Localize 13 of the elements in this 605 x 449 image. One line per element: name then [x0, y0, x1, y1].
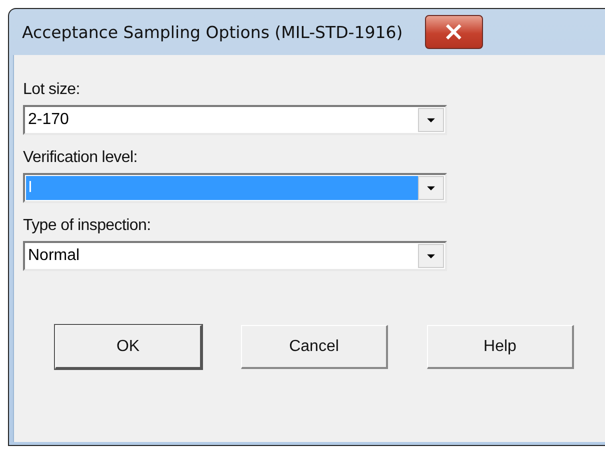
dropdown-field[interactable]: 2-170: [23, 105, 447, 135]
dropdown-field[interactable]: Normal: [23, 241, 447, 271]
field-label: Type of inspection:: [23, 217, 152, 236]
close-button[interactable]: ×: [424, 15, 483, 49]
field-value: Normal: [27, 246, 81, 266]
window-title: Acceptance Sampling Options (MIL-STD-1916): [22, 22, 403, 42]
field-value: 2-170: [27, 110, 70, 130]
field-label: Verification level:: [23, 149, 138, 168]
field-value: I: [26, 176, 418, 200]
dialog-button[interactable]: Cancel: [241, 325, 388, 369]
dialog-button[interactable]: Help: [427, 325, 574, 369]
dialog-button[interactable]: OK: [55, 325, 202, 369]
field-label: Lot size:: [23, 81, 81, 100]
